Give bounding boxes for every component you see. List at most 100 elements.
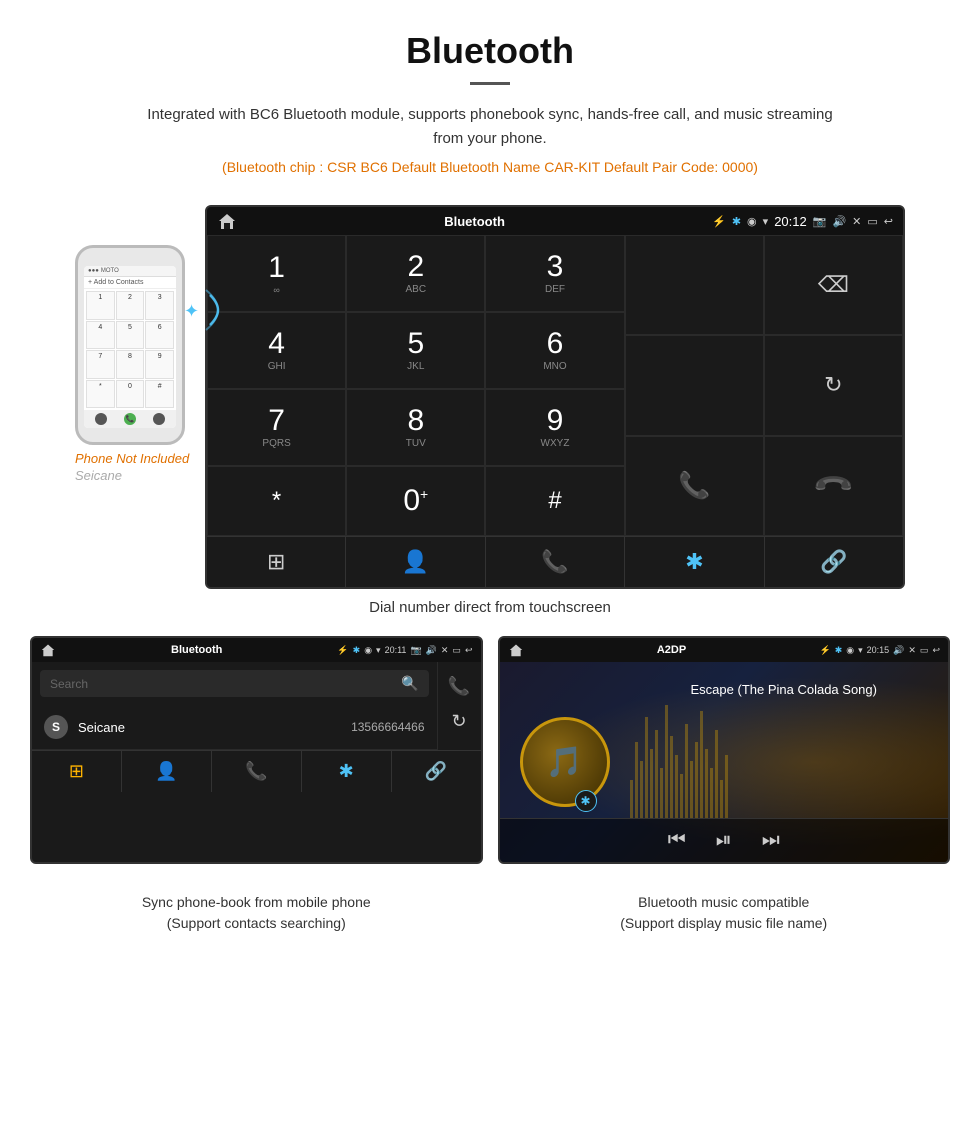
seicane-watermark: Seicane: [75, 468, 190, 483]
phone-not-included-label: Phone Not Included: [75, 451, 190, 466]
phonebook-app-name: Bluetooth: [171, 644, 222, 656]
status-time: 20:12: [774, 214, 807, 229]
music-home-icon: [508, 643, 524, 657]
call-green-button[interactable]: 📞: [625, 436, 764, 536]
pb-time: 20:11: [385, 645, 407, 655]
bt-badge: ✱: [575, 790, 597, 812]
music-caption-block: Bluetooth music compatible(Support displ…: [498, 884, 951, 934]
next-button[interactable]: ⏭: [762, 829, 780, 852]
search-bar[interactable]: Search 🔍: [40, 670, 429, 697]
pb-nav-dialpad[interactable]: ⊞: [32, 751, 122, 792]
phone-mockup: ●●● MOTO + Add to Contacts 1 2 3 4 5 6 7…: [75, 245, 190, 483]
contact-row: S Seicane 13566664466: [32, 705, 437, 750]
pb-bt-icon: ✱: [353, 645, 361, 656]
music-controls: ⏮ ⏯ ⏭: [500, 818, 949, 862]
bluetooth-icon-status: ✱: [732, 215, 741, 228]
bluetooth-signal: ✦: [182, 285, 222, 340]
page-specs: (Bluetooth chip : CSR BC6 Default Blueto…: [20, 159, 960, 175]
prev-button[interactable]: ⏮: [668, 829, 686, 852]
music-status-bar: A2DP ⚡ ✱ ◉ ▾ 20:15 🔊 ✕ ▭ ↩: [500, 638, 949, 662]
page-header: Bluetooth Integrated with BC6 Bluetooth …: [0, 0, 980, 205]
dial-key-1[interactable]: 1 ∞: [207, 235, 346, 312]
music-note-icon: 🎵: [546, 745, 583, 780]
dial-key-hash[interactable]: #: [485, 466, 624, 536]
pb-layout-icon: ▭: [452, 645, 461, 656]
location-icon: ◉: [747, 215, 757, 228]
phonebook-body: Search 🔍 S Seicane 13566664466 📞 ↻: [32, 662, 481, 750]
music-content: 🎵 ✱ Escape (The Pina Colada Song) ⏮ ⏯ ⏭: [500, 662, 949, 862]
layout-icon: ▭: [867, 215, 877, 228]
dial-key-8[interactable]: 8 TUV: [346, 389, 485, 466]
car-screen-app-name: Bluetooth: [444, 214, 505, 229]
mu-vol-icon: 🔊: [893, 645, 904, 656]
pb-close-icon: ✕: [441, 645, 449, 656]
mu-usb-icon: ⚡: [819, 645, 830, 656]
music-panel: A2DP ⚡ ✱ ◉ ▾ 20:15 🔊 ✕ ▭ ↩: [498, 636, 951, 864]
pb-nav-link[interactable]: 🔗: [392, 751, 481, 792]
phonebook-home-icon: [40, 643, 56, 657]
backspace-button[interactable]: ⌫: [764, 235, 903, 335]
refresh-button[interactable]: ↻: [764, 335, 903, 435]
equalizer: [630, 692, 939, 818]
car-nav-link[interactable]: 🔗: [765, 537, 903, 587]
usb-icon: ⚡: [712, 215, 726, 228]
song-title: Escape (The Pina Colada Song): [630, 682, 939, 697]
car-nav-bluetooth[interactable]: ✱: [625, 537, 764, 587]
car-nav-call[interactable]: 📞: [486, 537, 625, 587]
phone-bottom-bar: 📞: [84, 410, 176, 428]
contact-phone: 13566664466: [351, 720, 424, 734]
music-app-name: A2DP: [657, 644, 686, 656]
mu-close-icon: ✕: [908, 645, 916, 656]
music-caption: Bluetooth music compatible(Support displ…: [498, 892, 951, 934]
title-divider: [470, 82, 510, 85]
search-placeholder: Search: [50, 677, 88, 691]
home-icon[interactable]: [217, 212, 237, 230]
pb-back-icon: ↩: [465, 645, 473, 656]
dial-empty-1: [625, 235, 764, 335]
dial-key-0[interactable]: 0+: [346, 466, 485, 536]
phonebook-bottom-nav: ⊞ 👤 📞 ✱ 🔗: [32, 750, 481, 792]
wifi-icon: ▾: [763, 215, 769, 228]
pb-nav-bt[interactable]: ✱: [302, 751, 392, 792]
car-status-bar: Bluetooth ⚡ ✱ ◉ ▾ 20:12 📷 🔊 ✕ ▭ ↩: [207, 207, 903, 235]
phonebook-main: Search 🔍 S Seicane 13566664466: [32, 662, 437, 750]
search-icon: 🔍: [401, 675, 418, 692]
dial-key-3[interactable]: 3 DEF: [485, 235, 624, 312]
call-red-button[interactable]: 📞: [764, 436, 903, 536]
pb-cam-icon: 📷: [410, 645, 421, 656]
pb-nav-contacts[interactable]: 👤: [122, 751, 212, 792]
close-icon: ✕: [852, 215, 861, 228]
panels-captions: Sync phone-book from mobile phone(Suppor…: [0, 884, 980, 954]
mu-loc-icon: ◉: [846, 645, 854, 656]
car-nav-dialpad[interactable]: ⊞: [207, 537, 346, 587]
phonebook-caption: Sync phone-book from mobile phone(Suppor…: [30, 892, 483, 934]
pb-loc-icon: ◉: [364, 645, 372, 656]
dial-key-2[interactable]: 2 ABC: [346, 235, 485, 312]
dial-key-5[interactable]: 5 JKL: [346, 312, 485, 389]
bottom-panels: Bluetooth ⚡ ✱ ◉ ▾ 20:11 📷 🔊 ✕ ▭ ↩ Search…: [0, 636, 980, 864]
car-nav-contacts[interactable]: 👤: [346, 537, 485, 587]
play-pause-button[interactable]: ⏯: [716, 829, 732, 852]
dial-key-9[interactable]: 9 WXYZ: [485, 389, 624, 466]
page-description: Integrated with BC6 Bluetooth module, su…: [140, 103, 840, 151]
phonebook-side-actions: 📞 ↻: [437, 662, 481, 750]
phonebook-caption-block: Sync phone-book from mobile phone(Suppor…: [30, 884, 483, 934]
pb-sync-icon[interactable]: ↻: [451, 711, 466, 732]
add-contacts-label: + Add to Contacts: [84, 277, 176, 289]
main-screen-area: ●●● MOTO + Add to Contacts 1 2 3 4 5 6 7…: [0, 205, 980, 589]
mu-bt-icon: ✱: [835, 645, 843, 656]
car-screen: Bluetooth ⚡ ✱ ◉ ▾ 20:12 📷 🔊 ✕ ▭ ↩ 1: [205, 205, 905, 589]
mu-time: 20:15: [867, 645, 890, 655]
phone-keypad: 1 2 3 4 5 6 7 8 9 * 0 #: [84, 289, 176, 410]
dial-key-4[interactable]: 4 GHI: [207, 312, 346, 389]
mu-layout-icon: ▭: [920, 645, 929, 656]
dial-key-star[interactable]: *: [207, 466, 346, 536]
contact-avatar: S: [44, 715, 68, 739]
dial-area: 1 ∞ 2 ABC 3 DEF 4 GHI 5 JKL: [207, 235, 903, 536]
dial-key-7[interactable]: 7 PQRS: [207, 389, 346, 466]
pb-nav-call[interactable]: 📞: [212, 751, 302, 792]
pb-phone-icon[interactable]: 📞: [448, 676, 470, 697]
dial-key-6[interactable]: 6 MNO: [485, 312, 624, 389]
svg-text:✦: ✦: [184, 301, 199, 321]
phone-screen-header: ●●● MOTO: [84, 266, 176, 277]
